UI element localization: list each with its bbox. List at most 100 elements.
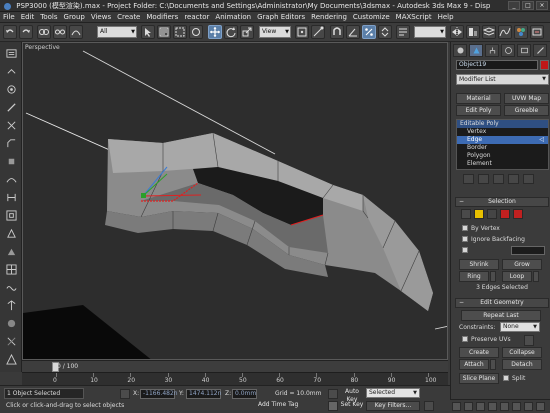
- detach-button[interactable]: Detach: [502, 359, 542, 370]
- bind-space-warp-icon[interactable]: [69, 25, 83, 39]
- named-selection-dropdown[interactable]: ▼: [414, 26, 446, 38]
- extrude-tool-icon[interactable]: [4, 64, 18, 78]
- ring-spinner[interactable]: [490, 271, 496, 282]
- smooth-tool-icon[interactable]: [4, 316, 18, 330]
- bridge-tool-icon[interactable]: [4, 172, 18, 186]
- edge-level-icon[interactable]: [474, 209, 484, 219]
- select-by-name-icon[interactable]: [157, 25, 171, 39]
- zoom-extents-icon[interactable]: [476, 402, 485, 411]
- stack-item-border[interactable]: Border: [457, 144, 548, 152]
- modifier-list-dropdown[interactable]: Modifier List ▼: [456, 74, 549, 85]
- create-tab-icon[interactable]: [453, 44, 467, 57]
- maximize-button[interactable]: □: [522, 1, 534, 10]
- attach-button[interactable]: Attach: [459, 359, 489, 370]
- lock-selection-icon[interactable]: [120, 389, 130, 399]
- app-icon[interactable]: [4, 2, 11, 10]
- by-angle-checkbox[interactable]: [462, 247, 471, 254]
- curve-editor-icon[interactable]: [498, 25, 512, 39]
- percent-snap-icon[interactable]: [362, 25, 376, 39]
- object-color-swatch[interactable]: [540, 60, 549, 70]
- menu-edit[interactable]: Edit: [21, 12, 35, 22]
- menu-customize[interactable]: Customize: [353, 12, 390, 22]
- select-and-rotate-icon[interactable]: [224, 25, 238, 39]
- grow-button[interactable]: Grow: [502, 259, 542, 270]
- select-and-manipulate-icon[interactable]: [311, 25, 325, 39]
- render-scene-icon[interactable]: [530, 25, 544, 39]
- reference-coordinate-dropdown[interactable]: View ▼: [259, 26, 291, 38]
- outline-tool-icon[interactable]: [4, 226, 18, 240]
- window-crossing-icon[interactable]: [189, 25, 203, 39]
- loop-spinner[interactable]: [533, 271, 539, 282]
- zoom-all-icon[interactable]: [464, 402, 473, 411]
- material-button[interactable]: Material: [456, 93, 501, 104]
- menu-file[interactable]: File: [3, 12, 15, 22]
- polygon-level-icon[interactable]: [500, 209, 510, 219]
- field-of-view-icon[interactable]: [500, 402, 509, 411]
- inset-tool-icon[interactable]: [4, 208, 18, 222]
- selection-filter-dropdown[interactable]: All ▼: [97, 26, 137, 38]
- add-time-tag-button[interactable]: Add Time Tag: [258, 401, 308, 411]
- make-unique-icon[interactable]: [493, 174, 504, 184]
- edit-poly-button[interactable]: Edit Poly: [456, 105, 501, 116]
- select-and-move-icon[interactable]: [208, 25, 222, 39]
- greeble-button[interactable]: Greeble: [504, 105, 549, 116]
- cut-tool-icon[interactable]: [4, 100, 18, 114]
- select-and-link-icon[interactable]: [37, 25, 51, 39]
- align-icon[interactable]: [466, 25, 480, 39]
- spinner-snap-icon[interactable]: [378, 25, 392, 39]
- connect-tool-icon[interactable]: [4, 190, 18, 204]
- current-frame-icon[interactable]: [424, 401, 434, 411]
- menu-views[interactable]: Views: [91, 12, 111, 22]
- rollout-tab-icon[interactable]: [4, 46, 18, 60]
- by-angle-spinner[interactable]: [511, 246, 545, 255]
- constraints-dropdown[interactable]: None ▼: [500, 322, 540, 332]
- select-and-scale-icon[interactable]: [240, 25, 254, 39]
- object-name-field[interactable]: Object19: [456, 60, 538, 70]
- maximize-viewport-icon[interactable]: [536, 402, 545, 411]
- split-checkbox[interactable]: Split: [503, 375, 525, 382]
- hierarchy-tab-icon[interactable]: [485, 44, 499, 57]
- border-level-icon[interactable]: [487, 209, 497, 219]
- utilities-tab-icon[interactable]: [533, 44, 547, 57]
- redo-icon[interactable]: [19, 25, 33, 39]
- hinge-tool-icon[interactable]: [4, 244, 18, 258]
- arc-rotate-icon[interactable]: [524, 402, 533, 411]
- stack-item-polygon[interactable]: Polygon: [457, 152, 548, 160]
- menu-help[interactable]: Help: [438, 12, 454, 22]
- menu-modifiers[interactable]: Modifiers: [146, 12, 178, 22]
- chamfer-tool-icon[interactable]: [4, 136, 18, 150]
- loop-button[interactable]: Loop: [502, 271, 532, 282]
- angle-snap-icon[interactable]: [346, 25, 360, 39]
- absolute-mode-icon[interactable]: [328, 389, 338, 399]
- menu-animation[interactable]: Animation: [215, 12, 251, 22]
- menu-group[interactable]: Group: [64, 12, 85, 22]
- undo-icon[interactable]: [3, 25, 17, 39]
- close-button[interactable]: ×: [536, 1, 548, 10]
- bevel-tool-icon[interactable]: [4, 154, 18, 168]
- create-button[interactable]: Create: [459, 347, 499, 358]
- uvw-map-button[interactable]: UVW Map: [504, 93, 549, 104]
- turn-tool-icon[interactable]: [4, 334, 18, 348]
- configure-modifier-sets-icon[interactable]: [523, 174, 534, 184]
- by-vertex-checkbox[interactable]: By Vertex: [462, 225, 500, 232]
- display-tab-icon[interactable]: [517, 44, 531, 57]
- flip-tool-icon[interactable]: [4, 298, 18, 312]
- z-coordinate-field[interactable]: 0.0mm: [232, 389, 257, 399]
- timeline-track[interactable]: 0 10 20 30 40 50 60 70 80 90 100: [22, 372, 448, 385]
- pivot-center-icon[interactable]: [295, 25, 309, 39]
- relax-tool-icon[interactable]: [4, 280, 18, 294]
- motion-tab-icon[interactable]: [501, 44, 515, 57]
- y-coordinate-field[interactable]: 1474.112n: [186, 389, 221, 399]
- zoom-extents-all-icon[interactable]: [488, 402, 497, 411]
- mirror-icon[interactable]: [450, 25, 464, 39]
- zoom-icon[interactable]: [452, 402, 461, 411]
- perspective-viewport[interactable]: Perspective: [22, 42, 448, 360]
- menu-reactor[interactable]: reactor: [184, 12, 209, 22]
- element-level-icon[interactable]: [513, 209, 523, 219]
- set-key-icon[interactable]: [328, 401, 338, 411]
- ring-button[interactable]: Ring: [459, 271, 489, 282]
- edit-named-selection-icon[interactable]: [396, 25, 410, 39]
- tessellate-tool-icon[interactable]: [4, 262, 18, 276]
- stack-root-editable-poly[interactable]: Editable Poly: [457, 120, 548, 128]
- modify-tab-icon[interactable]: [469, 44, 483, 57]
